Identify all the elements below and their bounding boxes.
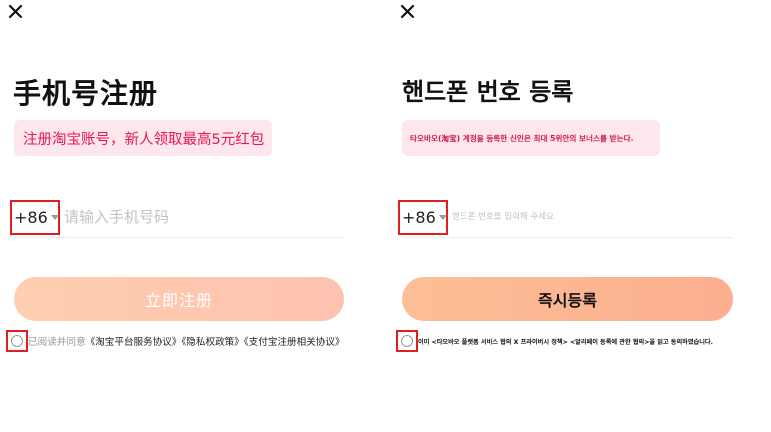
promo-text: 注册淘宝账号，新人领取最高5元红包 xyxy=(23,131,265,148)
radio-icon xyxy=(401,335,413,347)
phone-number-input[interactable] xyxy=(64,204,334,230)
agree-radio[interactable] xyxy=(396,330,418,352)
agreement-prefix: 已阅读并同意 xyxy=(28,337,86,348)
phone-field-row: +86 xyxy=(10,200,344,238)
chevron-down-icon xyxy=(438,215,447,220)
promo-banner: 타오바오(淘宝) 계정을 등록한 신인은 최대 5위안의 보너스를 받는다. xyxy=(402,120,660,156)
register-panel-chinese: 手机号注册 注册淘宝账号，新人领取最高5元红包 +86 立即注册 已阅读并同意《… xyxy=(0,0,385,432)
link-service-agreement[interactable]: <타오바오 플랫폼 서비스 협의 X 프라이버시 정책> xyxy=(432,339,568,346)
link-service-agreement[interactable]: 《淘宝平台服务协议》 xyxy=(86,337,182,348)
country-code-select[interactable]: +86 xyxy=(10,200,60,235)
agree-radio[interactable] xyxy=(6,330,28,352)
close-icon xyxy=(400,4,415,19)
phone-field-row: +86 xyxy=(398,200,733,238)
register-button-label: 立即注册 xyxy=(144,291,213,310)
link-alipay-agreement[interactable]: <알리페이 등록에 관한 협의> xyxy=(570,339,649,346)
agreement-suffix: 을 읽고 동의하였습니다. xyxy=(649,338,713,346)
close-button[interactable] xyxy=(6,2,28,24)
chevron-down-icon xyxy=(50,215,59,220)
link-alipay-agreement[interactable]: 《支付宝注册相关协议》 xyxy=(244,337,345,348)
radio-icon xyxy=(11,335,23,347)
register-button[interactable]: 즉시등록 xyxy=(402,277,733,321)
close-icon xyxy=(8,4,23,19)
register-button[interactable]: 立即注册 xyxy=(14,277,344,321)
agreement-text: 이미 <타오바오 플랫폼 서비스 협의 X 프라이버시 정책> <알리페이 등록… xyxy=(418,337,713,346)
agreement-row: 已阅读并同意《淘宝平台服务协议》《隐私权政策》《支付宝注册相关协议》 xyxy=(6,330,345,352)
agreement-text: 已阅读并同意《淘宝平台服务协议》《隐私权政策》《支付宝注册相关协议》 xyxy=(28,334,345,348)
link-privacy-policy[interactable]: 《隐私权政策》 xyxy=(182,337,244,348)
country-code-value: +86 xyxy=(402,208,436,227)
close-button[interactable] xyxy=(398,2,420,24)
country-code-value: +86 xyxy=(14,208,48,227)
page-title: 手机号注册 xyxy=(13,77,159,110)
promo-banner: 注册淘宝账号，新人领取最高5元红包 xyxy=(14,120,272,156)
phone-number-input[interactable] xyxy=(452,204,722,230)
register-button-label: 즉시등록 xyxy=(538,291,597,310)
promo-text: 타오바오(淘宝) 계정을 등록한 신인은 최대 5위안의 보너스를 받는다. xyxy=(410,133,634,143)
agreement-prefix: 이미 xyxy=(418,338,432,346)
register-panel-korean: 핸드폰 번호 등록 타오바오(淘宝) 계정을 등록한 신인은 최대 5위안의 보… xyxy=(388,0,771,432)
page-title: 핸드폰 번호 등록 xyxy=(402,78,574,106)
country-code-select[interactable]: +86 xyxy=(398,200,448,235)
agreement-row: 이미 <타오바오 플랫폼 서비스 협의 X 프라이버시 정책> <알리페이 등록… xyxy=(396,330,713,352)
